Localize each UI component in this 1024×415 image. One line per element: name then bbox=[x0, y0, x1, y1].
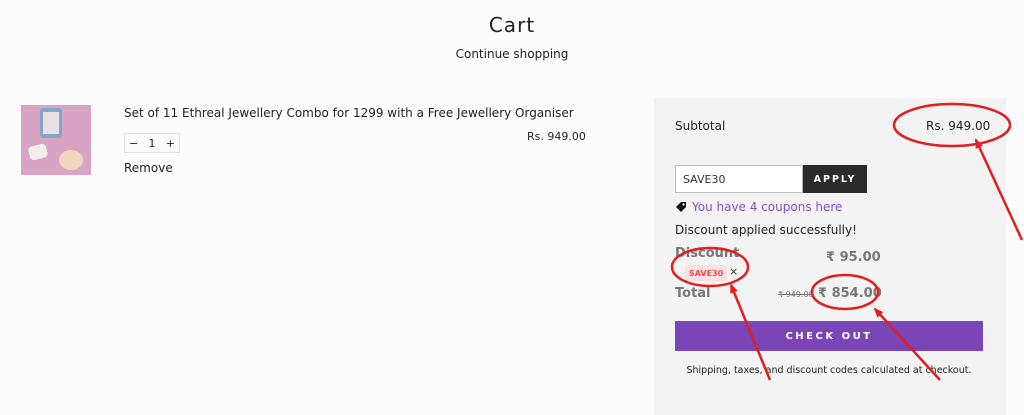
available-coupons-text[interactable]: You have 4 coupons here bbox=[692, 200, 842, 214]
product-image-inner bbox=[43, 112, 59, 134]
continue-shopping-link[interactable]: Continue shopping bbox=[0, 47, 1024, 61]
quantity-decrease-button[interactable]: − bbox=[129, 137, 138, 150]
total-label: Total bbox=[675, 286, 711, 301]
product-image-pillow bbox=[27, 142, 49, 162]
product-price: Rs. 949.00 bbox=[527, 130, 586, 143]
discount-label: Discount bbox=[675, 246, 740, 261]
subtotal-value: Rs. 949.00 bbox=[926, 119, 991, 133]
quantity-increase-button[interactable]: + bbox=[166, 137, 175, 150]
total-discounted-price: ₹ 854.00 bbox=[818, 286, 882, 301]
checkout-button[interactable]: CHECK OUT bbox=[675, 321, 983, 351]
available-coupons-link[interactable]: You have 4 coupons here bbox=[675, 200, 842, 214]
product-title[interactable]: Set of 11 Ethreal Jewellery Combo for 12… bbox=[124, 106, 574, 120]
discount-value: ₹ 95.00 bbox=[826, 250, 881, 265]
applied-coupon-chip: SAVE30 bbox=[685, 265, 728, 281]
product-image-dish bbox=[59, 150, 83, 170]
coupon-code-input[interactable] bbox=[675, 165, 803, 193]
shipping-note: Shipping, taxes, and discount codes calc… bbox=[686, 365, 972, 376]
tag-icon bbox=[676, 202, 686, 212]
remove-coupon-icon[interactable]: × bbox=[729, 265, 738, 278]
discount-success-message: Discount applied successfully! bbox=[675, 223, 857, 237]
apply-coupon-button[interactable]: APPLY bbox=[803, 165, 867, 193]
total-original-price: ₹ 949.00 bbox=[778, 290, 814, 299]
page-title: Cart bbox=[488, 13, 536, 37]
product-image[interactable] bbox=[21, 105, 91, 175]
quantity-value[interactable]: 1 bbox=[149, 137, 156, 150]
quantity-stepper[interactable]: − 1 + bbox=[124, 133, 180, 153]
subtotal-label: Subtotal bbox=[675, 119, 726, 133]
remove-item-link[interactable]: Remove bbox=[124, 161, 173, 175]
